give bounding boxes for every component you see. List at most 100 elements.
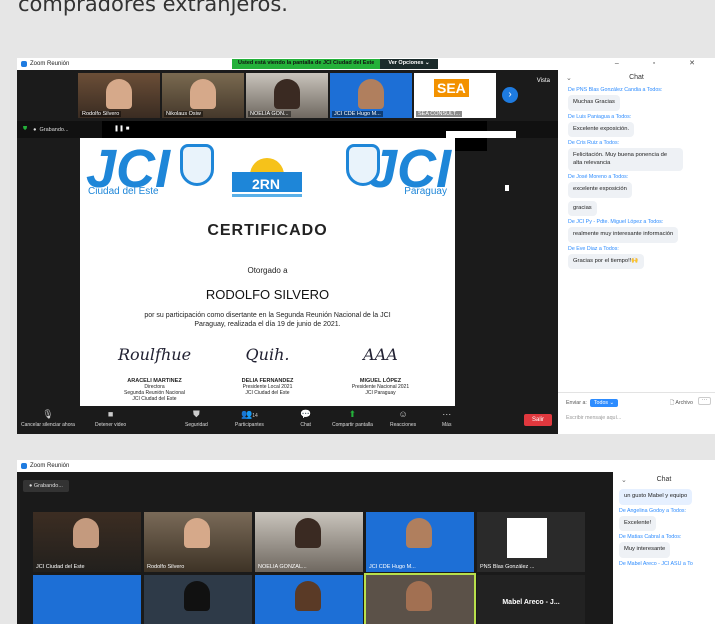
participant-tile[interactable]: Mabel Areco - J... [477,575,585,624]
recording-bar: ⛊ ● Grabando... ❚❚ ■ [17,121,558,151]
view-button[interactable]: Vista [537,78,550,84]
participant-tile[interactable] [255,575,363,624]
participant-tile[interactable] [33,575,141,624]
more-label: Más [442,422,452,428]
liderES-logo [507,518,547,558]
message-text: Muchas Gracias [568,95,620,111]
send-to-dropdown[interactable]: Todos ⌄ [589,399,618,407]
participant-tile[interactable]: Rodolfo Silvero [78,73,160,118]
chat-message: De Matias Cabral a Todos: Muy interesante [619,534,715,558]
chevron-down-icon[interactable]: ⌄ [621,476,627,484]
meeting-toolbar: 🎙 Cancelar silenciar ahora ■ Detener video… [17,406,558,434]
security-button[interactable]: ⛊ Seguridad [185,409,208,428]
recording-label: Grabando... [33,483,63,489]
participant-tile[interactable]: JCI CDE Hugo M... [330,73,412,118]
message-text: Excelente exposición. [568,121,635,137]
chat-more-icon[interactable]: ⋯ [697,397,711,405]
video-camera-icon: ■ [107,409,114,419]
signature-block: Quih. DELIA FERNANDEZ Presidente Local 2… [220,347,315,402]
microphone-icon: 🎙 [42,409,54,419]
zoom-window-1: Zoom Reunión Usted está viendo la pantal… [17,58,715,434]
record-icon: ● [33,126,37,133]
participants-button[interactable]: 👥14 Participantes [235,409,264,428]
message-sender: De Cris Ruiz a Todos: [568,140,620,146]
reactions-button[interactable]: ☺ Reacciones [390,409,416,428]
participant-tile[interactable]: Nikolaus Osiw [162,73,244,118]
chat-message: De Angelina Godoy a Todos: Excelente! [619,508,715,531]
participant-name: NOELIA GONZAL... [258,564,307,570]
recording-status: ● Grabando... [23,480,69,492]
message-sender: De Matias Cabral a Todos: [619,534,682,540]
participants-icon: 👥14 [241,409,258,419]
chat-message: gracias [568,200,715,216]
participant-tile[interactable]: PNS Blas González ... [477,512,585,572]
message-text: gracias [568,200,597,216]
signature-block: AAA MIGUEL LÓPEZ Presidente Nacional 202… [333,345,428,402]
message-text: excelente exposición [568,182,632,198]
participant-tile[interactable]: JCI Ciudad del Este [33,512,141,572]
participant-name: NOELIA GON... [248,111,291,117]
message-sender: De Luis Paniagua a Todos: [568,113,632,120]
chat-panel: ⌄ Chat un gusto Mabel y equipo De Angelin… [613,472,715,624]
unmute-label: Cancelar silenciar ahora [21,422,75,428]
share-screen-icon: ⬆ [348,409,357,419]
certificate: JCI Ciudad del Este 2RN JCI Paraguay CER… [80,138,455,424]
signer-line: JCI Ciudad del Este [132,396,177,402]
base-shape [232,194,302,197]
message-sender: De Mabel Areco - JCI ASU a To [619,560,693,567]
event-logo-label: 2RN [252,176,281,192]
participant-tile[interactable] [364,573,476,624]
shared-screen-stage: Rodolfo Silvero Nikolaus Osiw NOELIA GON… [17,70,558,434]
participant-tile[interactable]: JCI CDE Hugo M... [366,512,474,572]
participant-tile[interactable]: Rodolfo Silvero [144,512,252,572]
mouse-cursor-icon [505,185,509,191]
more-icon: ⋯ [442,409,452,419]
share-screen-button[interactable]: ⬆ Compartir pantalla [332,409,373,428]
file-button[interactable]: 🗋 Archivo [670,399,693,408]
jci-seal-icon [346,144,380,186]
window-title: Zoom Reunión [30,61,70,67]
more-button[interactable]: ⋯ Más [442,409,451,428]
participants-label: Participantes [235,422,264,428]
leave-button[interactable]: Salir [523,414,552,426]
title-bar: Zoom Reunión [17,460,715,472]
message-sender: De JCI Py - Pdte. Miguel López a Todos: [568,219,664,225]
chat-input[interactable]: Escribir mensaje aquí... [566,415,707,421]
chat-header: ⌄ Chat [558,70,715,84]
shield-icon: ⛊ [23,126,28,132]
person-avatar [106,79,132,109]
certificate-title: CERTIFICADO [207,222,328,239]
window-controls[interactable]: – ▫ ✕ [615,59,711,67]
participant-tile[interactable]: NOELIA GONZAL... [255,512,363,572]
next-page-icon[interactable]: › [502,87,518,103]
share-screen-label: Compartir pantalla [332,422,373,428]
chat-button[interactable]: 💬 Chat [300,409,311,428]
chat-message: De Luis Paniagua a Todos: Excelente expos… [568,113,715,137]
signatures: Roulfhue ARACELI MARTINEZ Directora Segu… [80,345,455,403]
person-avatar [295,581,321,611]
participant-name: JCI CDE Hugo M... [369,564,416,570]
message-text: Muy interesante [619,542,671,558]
unmute-button[interactable]: 🎙 Cancelar silenciar ahora [21,409,75,428]
chat-composer: Enviar a: Todos ⌄ 🗋 Archivo ⋯ Escribir me… [558,392,715,434]
participant-name: Mabel Areco - J... [502,599,560,606]
sea-logo: SEA [434,79,469,97]
chat-label: Chat [300,422,311,428]
view-options-button[interactable]: Ver Opciones ⌄ [380,59,438,69]
stop-video-button[interactable]: ■ Detener video [95,409,126,428]
participant-tile[interactable]: SEA SEA CONSULT... [414,73,496,118]
signer-line: JCI Paraguay [365,390,396,396]
participant-tile[interactable]: NOELIA GON... [246,73,328,118]
person-avatar [406,518,432,548]
reactions-icon: ☺ [398,409,408,419]
participant-tile[interactable] [144,575,252,624]
recipient-name: RODOLFO SILVERO [205,287,330,302]
signature-scribble: AAA [363,345,398,364]
chevron-down-icon[interactable]: ⌄ [566,74,572,82]
pause-stop-icon[interactable]: ❚❚ ■ [114,125,129,132]
zoom-logo-icon [21,463,27,469]
participants-count: 14 [252,413,258,419]
chat-message: De JCI Py - Pdte. Miguel López a Todos: r… [568,219,715,243]
person-avatar [406,581,432,611]
participant-name: Nikolaus Osiw [164,111,203,117]
